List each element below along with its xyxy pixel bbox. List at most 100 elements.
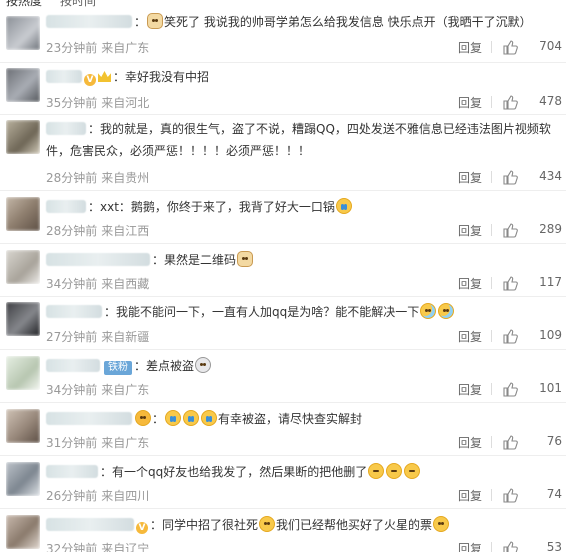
comment-actions: 回复 76 <box>362 434 562 450</box>
comment-actions: 回复 117 <box>362 275 562 291</box>
like-count: 704 <box>539 39 562 53</box>
like-count: 101 <box>539 381 562 395</box>
comment-text: ：有一个qq好友也给我发了，然后果断的把他删了 <box>46 461 562 483</box>
avatar[interactable] <box>6 356 40 390</box>
doge-emoji-icon <box>147 13 164 29</box>
comment-text: ：有幸被盗，请尽快查实解封 <box>46 408 562 430</box>
username[interactable] <box>46 518 134 531</box>
comment-actions: 回复 289 <box>362 222 562 238</box>
comment-meta: 28分钟前 来自贵州 <box>46 171 150 185</box>
reply-button[interactable]: 回复 <box>458 540 482 552</box>
comment-meta: 27分钟前 来自新疆 <box>46 330 150 344</box>
tab-time[interactable]: 按时间 <box>60 0 96 9</box>
laugh-cry-emoji-icon <box>386 463 403 479</box>
crying-emoji-icon <box>165 410 182 426</box>
avatar[interactable] <box>6 409 40 443</box>
comment-meta: 34分钟前 来自广东 <box>46 383 150 397</box>
comment-meta: 34分钟前 来自西藏 <box>46 277 150 291</box>
thumbs-up-icon[interactable] <box>502 381 518 397</box>
reply-button[interactable]: 回复 <box>458 222 482 239</box>
fan-badge: 铁粉 <box>104 361 132 375</box>
comment-text: ：我的就是，真的很生气，盗了不说，糟蹋QQ，四处发送不雅信息已经违法图片视频软件… <box>46 122 551 158</box>
like-count: 109 <box>539 328 562 342</box>
comment-text: 铁粉 ：差点被盗 <box>46 355 562 377</box>
comment-actions: 回复 434 <box>362 169 562 185</box>
comment-actions: 回复 109 <box>362 328 562 344</box>
avatar[interactable] <box>6 68 40 102</box>
reply-button[interactable]: 回复 <box>458 487 482 504</box>
like-count: 74 <box>546 487 562 501</box>
sort-tabs: 按热度 按时间 <box>0 0 566 8</box>
avatar[interactable] <box>6 462 40 496</box>
comment-text: ：笑死了 我说我的帅哥学弟怎么给我发信息 快乐点开（我晒干了沉默） <box>46 11 562 33</box>
sweat-emoji-icon <box>420 303 437 319</box>
username[interactable] <box>46 412 132 425</box>
username[interactable] <box>46 253 150 266</box>
comment-text: ：我能不能问一下，一直有人加qq是为啥？能不能解决一下 <box>46 301 562 323</box>
comment-meta: 28分钟前 来自江西 <box>46 224 150 238</box>
comment-text: ：xxt：鹅鹅，你终于来了，我背了好大一口锅 <box>46 196 562 218</box>
comment-actions: 回复 704 <box>362 39 562 55</box>
comment-meta: 26分钟前 来自四川 <box>46 489 150 503</box>
thumbs-up-icon[interactable] <box>502 275 518 291</box>
username[interactable] <box>46 305 102 318</box>
doge-emoji-icon <box>237 251 254 267</box>
username[interactable] <box>46 359 100 372</box>
reply-button[interactable]: 回复 <box>458 39 482 56</box>
comment-text: V ：幸好我没有中招 <box>46 66 562 88</box>
avatar[interactable] <box>6 120 40 154</box>
shock-emoji-icon <box>195 357 212 373</box>
reply-button[interactable]: 回复 <box>458 275 482 292</box>
crying-emoji-icon <box>183 410 200 426</box>
username[interactable] <box>46 122 86 135</box>
like-count: 289 <box>539 222 562 236</box>
thumbs-up-icon[interactable] <box>502 169 518 185</box>
reply-button[interactable]: 回复 <box>458 94 482 111</box>
comment-text: ：果然是二维码 <box>46 249 562 271</box>
thumbs-up-icon[interactable] <box>502 94 518 110</box>
username[interactable] <box>46 465 98 478</box>
like-count: 478 <box>539 94 562 108</box>
thumbs-up-icon[interactable] <box>502 222 518 238</box>
verified-v-icon: V <box>136 522 148 534</box>
reply-button[interactable]: 回复 <box>458 328 482 345</box>
sweat-emoji-icon <box>438 303 455 319</box>
verified-v-icon: V <box>84 74 96 86</box>
tab-hot[interactable]: 按热度 <box>6 0 42 9</box>
thumbs-up-icon[interactable] <box>502 434 518 450</box>
avatar[interactable] <box>6 515 40 549</box>
comment-meta: 23分钟前 来自广东 <box>46 41 150 55</box>
sparkle-emoji-icon <box>135 410 151 426</box>
reply-button[interactable]: 回复 <box>458 434 482 451</box>
like-count: 117 <box>539 275 562 289</box>
avatar[interactable] <box>6 250 40 284</box>
laugh-cry-emoji-icon <box>404 463 421 479</box>
thumbs-up-icon[interactable] <box>502 487 518 503</box>
comment-meta: 35分钟前 来自河北 <box>46 96 150 110</box>
crying-emoji-icon <box>335 198 352 214</box>
comment-meta: 31分钟前 来自广东 <box>46 436 150 450</box>
like-count: 53 <box>546 540 562 552</box>
thumbs-up-icon[interactable] <box>502 328 518 344</box>
username[interactable] <box>46 70 82 83</box>
smile-emoji-icon <box>433 516 450 532</box>
comment-actions: 回复 101 <box>362 381 562 397</box>
crying-emoji-icon <box>201 410 218 426</box>
avatar[interactable] <box>6 302 40 336</box>
comment-actions: 回复 53 <box>362 540 562 552</box>
like-count: 434 <box>539 169 562 183</box>
thumbs-up-icon[interactable] <box>502 39 518 55</box>
avatar[interactable] <box>6 197 40 231</box>
reply-button[interactable]: 回复 <box>458 169 482 186</box>
crown-icon <box>98 71 111 82</box>
laugh-cry-emoji-icon <box>368 463 385 479</box>
like-count: 76 <box>546 434 562 448</box>
username[interactable] <box>46 200 86 213</box>
comment-actions: 回复 478 <box>362 94 562 110</box>
reply-button[interactable]: 回复 <box>458 381 482 398</box>
avatar[interactable] <box>6 16 40 50</box>
thumbs-up-icon[interactable] <box>502 540 518 552</box>
username[interactable] <box>46 15 132 28</box>
smile-emoji-icon <box>259 516 276 532</box>
comment-actions: 回复 74 <box>362 487 562 503</box>
